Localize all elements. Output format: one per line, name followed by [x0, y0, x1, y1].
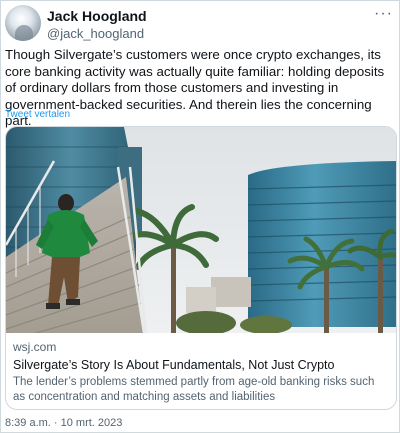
article-image [6, 127, 396, 333]
card-domain: wsj.com [13, 340, 57, 354]
more-dots-icon[interactable]: ··· [374, 6, 393, 22]
author-name[interactable]: Jack Hoogland [47, 8, 147, 24]
tweet-timestamp[interactable]: 8:39 a.m. · 10 mrt. 2023 [5, 417, 122, 429]
tweet-header: Jack Hoogland @jack_hoogland ··· [5, 5, 395, 41]
link-preview-card[interactable]: wsj.com Silvergate’s Story Is About Fund… [5, 126, 397, 410]
card-meta: wsj.com Silvergate’s Story Is About Fund… [13, 340, 389, 405]
translate-tweet-link[interactable]: Tweet vertalen [5, 109, 70, 120]
author-handle[interactable]: @jack_hoogland [47, 26, 144, 41]
avatar[interactable] [5, 5, 41, 41]
card-title[interactable]: Silvergate’s Story Is About Fundamentals… [13, 357, 389, 373]
tweet-card: Jack Hoogland @jack_hoogland ··· Though … [0, 0, 400, 433]
card-description: The lender’s problems stemmed partly fro… [13, 376, 375, 403]
